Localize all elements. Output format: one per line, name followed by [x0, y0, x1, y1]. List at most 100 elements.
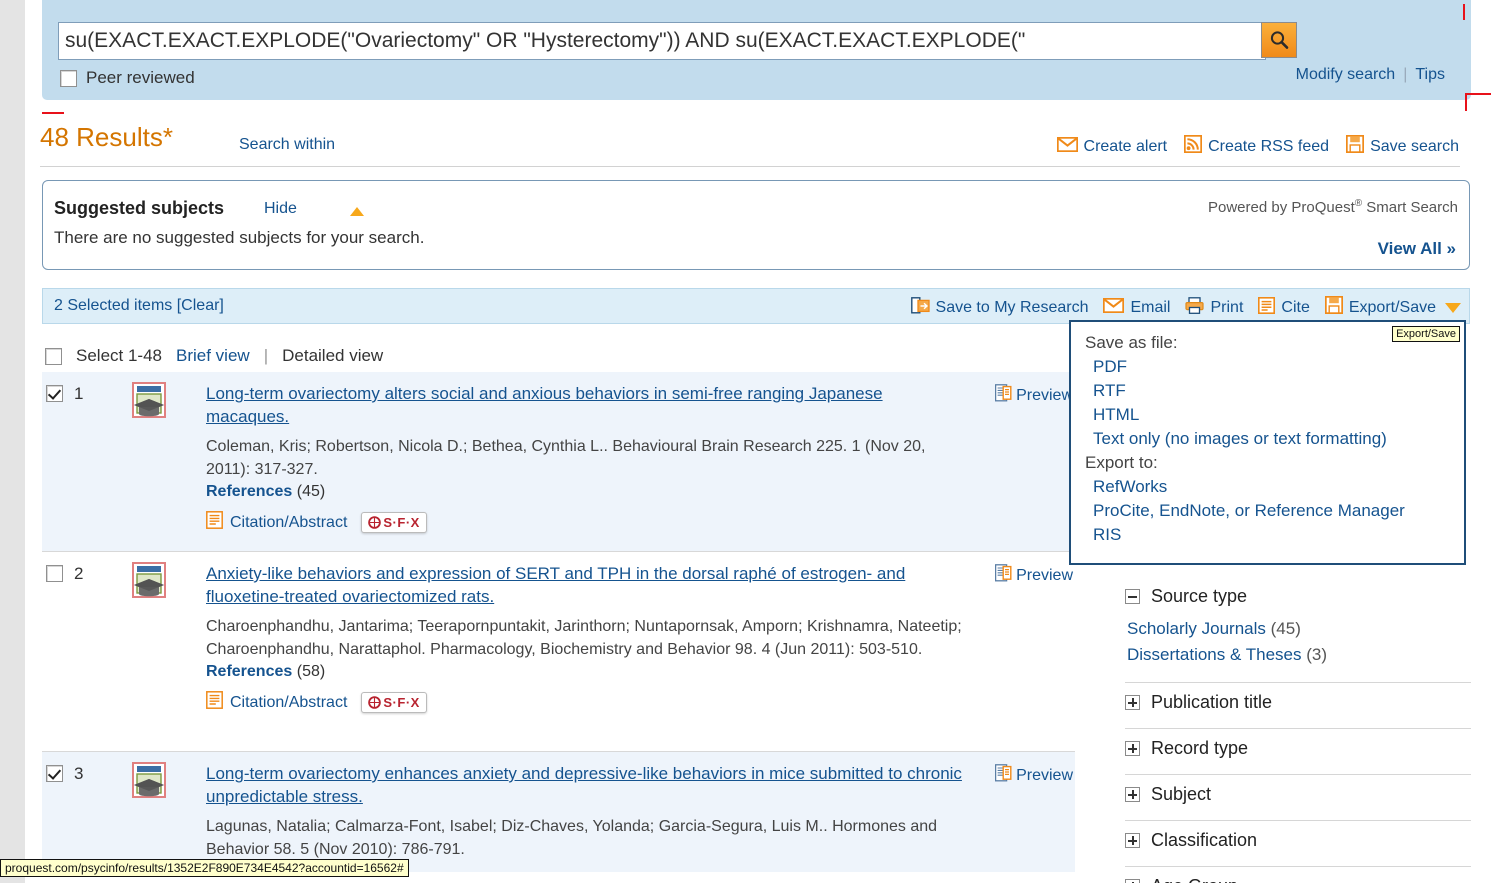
facet-header-age-group[interactable]: Age Group: [1125, 867, 1471, 883]
tips-link[interactable]: Tips: [1415, 66, 1445, 83]
chevron-down-icon[interactable]: [1445, 302, 1461, 313]
print-button[interactable]: Print: [1185, 296, 1244, 319]
references-link[interactable]: References: [206, 483, 292, 500]
email-button[interactable]: Email: [1103, 297, 1171, 318]
clear-selection-link[interactable]: [Clear]: [177, 297, 224, 314]
plus-icon[interactable]: [1125, 741, 1140, 756]
select-all-label: Select 1-48: [76, 346, 162, 365]
save-search-label: Save search: [1370, 137, 1459, 155]
create-alert-label: Create alert: [1083, 137, 1168, 155]
facet-item-dissertations-theses[interactable]: Dissertations & Theses (3): [1125, 642, 1471, 668]
floppy-disk-icon: [1324, 295, 1343, 319]
result-checkbox[interactable]: [46, 565, 63, 582]
facet-subject: Subject: [1111, 775, 1471, 821]
export-option-ris[interactable]: RIS: [1071, 523, 1464, 547]
search-links: Modify search | Tips: [1296, 66, 1445, 84]
select-all-checkbox[interactable]: [45, 347, 62, 365]
facet-publication-title: Publication title: [1111, 683, 1471, 729]
toolbar-actions: Save to My Research Email Print Cite Exp…: [910, 295, 1461, 319]
modify-search-link[interactable]: Modify search: [1296, 66, 1396, 83]
floppy-disk-icon: [1345, 134, 1365, 158]
preview-button[interactable]: Preview: [995, 384, 1073, 407]
suggested-subjects-title: Suggested subjects: [54, 198, 225, 218]
result-number: 1: [74, 384, 84, 403]
citation-abstract-link[interactable]: Citation/Abstract: [206, 511, 347, 534]
save-search-button[interactable]: Save search: [1345, 134, 1459, 158]
plus-icon[interactable]: [1125, 787, 1140, 802]
create-alert-button[interactable]: Create alert: [1056, 136, 1168, 157]
facet-title: Classification: [1151, 830, 1258, 850]
detailed-view-link[interactable]: Detailed view: [282, 346, 383, 366]
export-option-refworks[interactable]: RefWorks: [1071, 475, 1464, 499]
peer-reviewed-checkbox[interactable]: [60, 69, 77, 87]
table-row: 2 Anxiety-like behaviors and expression …: [42, 552, 1075, 752]
left-gutter: [0, 0, 25, 883]
facet-record-type: Record type: [1111, 729, 1471, 775]
header-actions: Create alert Create RSS feed Save search: [1056, 134, 1459, 158]
facet-header-source-type[interactable]: Source type: [1125, 577, 1471, 616]
facet-classification: Classification: [1111, 821, 1471, 867]
facet-header-record-type[interactable]: Record type: [1125, 729, 1471, 768]
print-label: Print: [1210, 298, 1244, 316]
facet-header-classification[interactable]: Classification: [1125, 821, 1471, 860]
sfx-link-button[interactable]: S·F·X: [361, 512, 427, 533]
create-rss-feed-button[interactable]: Create RSS feed: [1184, 134, 1330, 158]
preview-button[interactable]: Preview: [995, 564, 1073, 587]
result-citation-meta: Charoenphandhu, Jantarima; Teerapornpunt…: [206, 618, 962, 658]
create-rss-feed-label: Create RSS feed: [1208, 137, 1330, 155]
table-row: 3 Long-term ovariectomy enhances anxiety…: [42, 752, 1075, 872]
result-checkbox[interactable]: [46, 765, 63, 782]
minus-icon[interactable]: [1125, 589, 1140, 604]
export-save-button[interactable]: Export/Save: [1324, 295, 1461, 319]
facet-header-subject[interactable]: Subject: [1125, 775, 1471, 814]
plus-icon[interactable]: [1125, 695, 1140, 710]
suggested-subjects-hide-link[interactable]: Hide: [264, 200, 297, 218]
preview-label: Preview: [1016, 566, 1073, 584]
citation-abstract-link[interactable]: Citation/Abstract: [206, 691, 347, 714]
search-icon: [1268, 29, 1290, 51]
preview-button[interactable]: Preview: [995, 764, 1073, 787]
result-title-link[interactable]: Long-term ovariectomy enhances anxiety a…: [206, 764, 962, 806]
selection-toolbar: 2 Selected items [Clear] Save to My Rese…: [42, 288, 1470, 324]
email-label: Email: [1130, 298, 1171, 316]
peer-reviewed-row[interactable]: Peer reviewed: [60, 68, 195, 88]
sfx-label: S·F·X: [383, 695, 420, 710]
facet-item-count: (3): [1306, 645, 1327, 664]
preview-label: Preview: [1016, 766, 1073, 784]
brief-view-link[interactable]: Brief view: [176, 346, 250, 366]
export-option-procite-endnote[interactable]: ProCite, EndNote, or Reference Manager: [1071, 499, 1464, 523]
save-to-my-research-button[interactable]: Save to My Research: [910, 296, 1089, 319]
cite-button[interactable]: Cite: [1258, 296, 1310, 319]
result-action-links: Citation/Abstract S·F·X: [206, 691, 965, 714]
select-all-row: Select 1-48 Brief view | Detailed view: [45, 342, 1075, 370]
plus-icon[interactable]: [1125, 833, 1140, 848]
export-option-html[interactable]: HTML: [1071, 403, 1464, 427]
export-option-text-only[interactable]: Text only (no images or text formatting): [1071, 427, 1464, 451]
references-count: (58): [296, 663, 326, 680]
sfx-link-button[interactable]: S·F·X: [361, 692, 427, 713]
save-to-my-research-label: Save to My Research: [935, 298, 1089, 316]
table-row: 1 Long-term ovariectomy alters social an…: [42, 372, 1075, 552]
search-submit-button[interactable]: [1261, 22, 1297, 58]
result-title-link[interactable]: Anxiety-like behaviors and expression of…: [206, 564, 905, 606]
references-link[interactable]: References: [206, 663, 292, 680]
export-option-rtf[interactable]: RTF: [1071, 379, 1464, 403]
facet-item-scholarly-journals[interactable]: Scholarly Journals (45): [1125, 616, 1471, 642]
triangle-up-icon[interactable]: [350, 207, 364, 216]
facet-header-publication-title[interactable]: Publication title: [1125, 683, 1471, 722]
search-input[interactable]: su(EXACT.EXACT.EXPLODE("Ovariectomy" OR …: [58, 22, 1266, 60]
result-number: 2: [74, 564, 84, 583]
annotation-tick-top-right: [1463, 4, 1465, 20]
facet-title: Record type: [1151, 738, 1249, 758]
peer-reviewed-label: Peer reviewed: [86, 68, 195, 87]
powered-suffix: Smart Search: [1362, 199, 1458, 216]
result-checkbox[interactable]: [46, 385, 63, 402]
plus-icon[interactable]: [1125, 879, 1140, 883]
dissertation-thesis-icon: [126, 380, 174, 428]
view-all-link[interactable]: View All »: [1378, 239, 1456, 259]
search-within-link[interactable]: Search within: [239, 136, 335, 154]
selected-items-count: 2 Selected items: [54, 297, 173, 314]
export-option-pdf[interactable]: PDF: [1071, 355, 1464, 379]
result-title-link[interactable]: Long-term ovariectomy alters social and …: [206, 384, 883, 426]
export-save-dropdown: Export/Save Save as file: PDF RTF HTML T…: [1069, 320, 1466, 565]
